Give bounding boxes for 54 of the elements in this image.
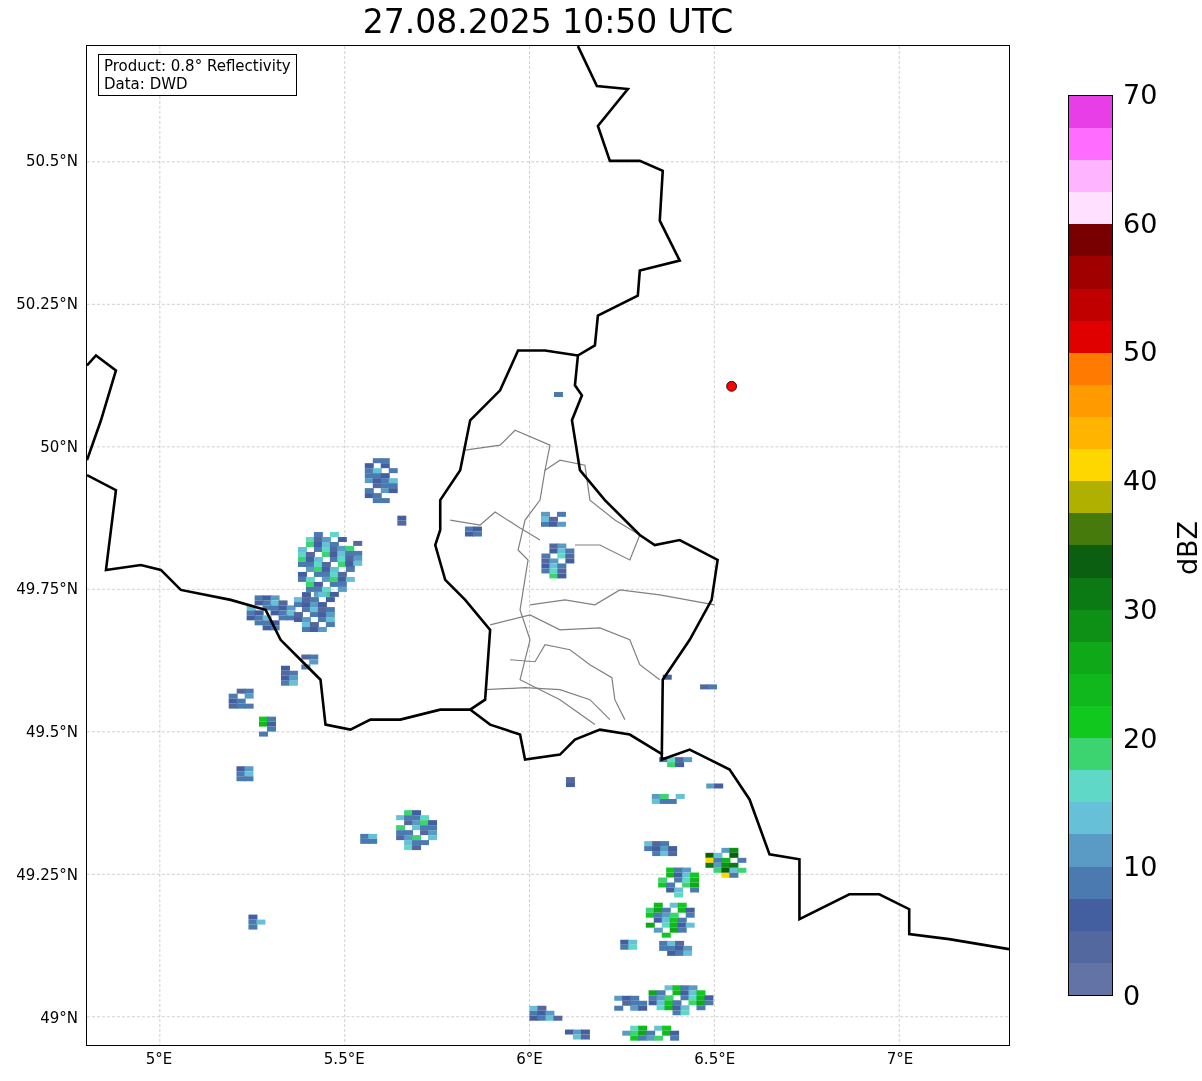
radar-echo	[651, 793, 685, 804]
latitude-label: 49.75°N	[16, 580, 78, 599]
longitude-label: 6.5°E	[694, 1050, 736, 1068]
colorbar-tick-label: 30	[1123, 593, 1158, 626]
radar-echo	[529, 1005, 563, 1021]
radar-echo	[645, 902, 695, 938]
radar-echo	[644, 841, 678, 857]
radar-echo	[248, 914, 266, 930]
info-text: Product: 0.8° Reflectivity	[104, 57, 291, 75]
longitude-label: 5°E	[145, 1050, 173, 1068]
radar-echo	[564, 1029, 590, 1040]
latitude-label: 50.25°N	[16, 294, 78, 313]
radar-echo	[228, 688, 254, 709]
radar-echo	[236, 766, 254, 782]
latitude-label: 49°N	[40, 1008, 78, 1027]
radar-echo	[360, 833, 378, 844]
latitude-label: 50°N	[40, 437, 78, 456]
radar-echo	[259, 716, 276, 737]
colorbar-tick-label: 0	[1123, 980, 1141, 1012]
radar-echo	[397, 515, 407, 526]
radar-echo	[281, 665, 298, 686]
longitude-label: 7°E	[886, 1050, 914, 1068]
colorbar-tick-label: 70	[1123, 79, 1158, 111]
radar-echo	[705, 847, 747, 878]
longitude-label: 6°E	[516, 1050, 543, 1068]
radar-echo	[541, 543, 575, 579]
radar-echo	[706, 783, 724, 789]
colorbar-tick-label: 60	[1123, 207, 1158, 240]
colorbar-tick-label: 20	[1123, 722, 1158, 755]
colorbar-tick-label: 10	[1123, 851, 1158, 884]
radar-echo	[622, 1025, 680, 1041]
colorbar-tick-label: 50	[1123, 336, 1158, 369]
radar-echo	[658, 867, 700, 898]
latitude-label: 49.5°N	[25, 723, 78, 742]
colorbar-tick-label: 40	[1123, 465, 1158, 498]
radar-site-marker	[726, 380, 737, 392]
radar-echo	[620, 939, 638, 950]
radar-echo	[465, 526, 482, 537]
longitude-label: 5.5°E	[323, 1050, 365, 1068]
info-text: Data: DWD	[104, 75, 189, 93]
radar-echo	[554, 392, 563, 397]
latitude-label: 50.5°N	[25, 152, 78, 170]
radar-echo	[364, 458, 398, 504]
radar-echo	[541, 511, 566, 527]
radar-echo	[301, 654, 319, 670]
chart-title: 27.08.2025 10:50 UTC	[362, 2, 734, 42]
radar-echo	[396, 810, 438, 851]
latitude-label: 49.25°N	[16, 866, 78, 884]
radar-echo	[659, 940, 693, 956]
radar-echo	[700, 684, 718, 690]
radar-echo	[662, 674, 672, 680]
radar-echo	[565, 777, 575, 788]
radar-echo	[659, 757, 693, 768]
colorbar-label: dBZ	[1172, 520, 1202, 576]
